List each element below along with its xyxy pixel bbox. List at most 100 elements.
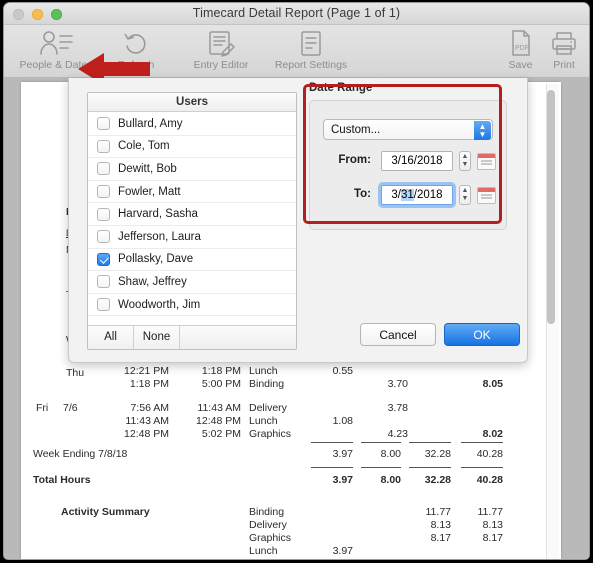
- list-item: Delivery: [249, 519, 287, 531]
- toolbar-button-report-settings[interactable]: Report Settings: [262, 27, 360, 71]
- vertical-scrollbar-thumb[interactable]: [547, 90, 555, 324]
- list-item[interactable]: Harvard, Sasha: [88, 203, 296, 226]
- table-row: Binding: [249, 378, 285, 390]
- table-row: Fri: [36, 402, 49, 414]
- user-name: Dewitt, Bob: [118, 162, 177, 175]
- to-calendar-icon[interactable]: [477, 187, 496, 204]
- chevron-updown-icon: ▲ ▼: [474, 121, 491, 140]
- from-calendar-icon[interactable]: [477, 153, 496, 170]
- toolbar-button-entry-editor[interactable]: Entry Editor: [180, 27, 262, 71]
- title-bar: Timecard Detail Report (Page 1 of 1): [4, 3, 589, 25]
- user-checkbox[interactable]: [97, 185, 110, 199]
- user-checkbox[interactable]: [97, 275, 110, 289]
- table-row: 1:18 PM: [201, 365, 241, 377]
- to-date-value-selected: 31: [401, 189, 414, 201]
- table-row: 3.70: [387, 378, 408, 390]
- users-list[interactable]: Bullard, Amy Cole, Tom Dewitt, Bob Fowle…: [88, 113, 296, 316]
- list-item: 4.22: [409, 558, 451, 559]
- list-item: Printing: [249, 558, 285, 559]
- user-checkbox[interactable]: [97, 252, 110, 266]
- list-item[interactable]: Dewitt, Bob: [88, 158, 296, 181]
- week-ending-value: 32.28: [424, 448, 451, 460]
- user-checkbox[interactable]: [97, 207, 110, 221]
- table-row: 1.08: [332, 415, 353, 427]
- table-rule: [409, 467, 451, 468]
- date-range-preset-select[interactable]: Custom... ▲ ▼: [323, 119, 493, 140]
- toolbar-button-people-dates[interactable]: People & Dates: [10, 27, 102, 71]
- refresh-icon: [102, 27, 170, 60]
- ok-button[interactable]: OK: [444, 323, 520, 346]
- cancel-button[interactable]: Cancel: [360, 323, 436, 346]
- toolbar-button-save[interactable]: PDF Save: [497, 27, 544, 71]
- svg-text:PDF: PDF: [515, 45, 529, 52]
- list-item: Graphics: [249, 532, 292, 544]
- table-rule: [311, 467, 353, 468]
- window-title: Timecard Detail Report (Page 1 of 1): [192, 6, 401, 20]
- from-date-stepper[interactable]: ▲ ▼: [459, 151, 471, 171]
- user-name: Bullard, Amy: [118, 117, 183, 130]
- pdf-save-icon: PDF: [497, 27, 544, 60]
- select-none-button[interactable]: None: [134, 326, 180, 349]
- table-row: Lunch: [249, 365, 278, 377]
- vertical-scrollbar-track[interactable]: [546, 84, 559, 559]
- toolbar-button-refresh[interactable]: Refresh: [102, 27, 170, 71]
- user-checkbox[interactable]: [97, 162, 110, 176]
- from-date-field[interactable]: 3/16/2018: [381, 151, 453, 171]
- table-row: 11:43 AM: [197, 402, 241, 414]
- table-row: 12:48 PM: [124, 428, 169, 440]
- toolbar-label-print: Print: [553, 59, 575, 71]
- table-row: 7:56 AM: [130, 402, 169, 414]
- table-row: 1:18 PM: [129, 378, 169, 390]
- table-row: Delivery: [249, 402, 287, 414]
- users-panel: Users Bullard, Amy Cole, Tom Dewitt, Bob…: [87, 92, 297, 350]
- to-label: To:: [353, 188, 371, 200]
- list-item[interactable]: Shaw, Jeffrey: [88, 271, 296, 294]
- to-date-stepper[interactable]: ▲ ▼: [459, 185, 471, 205]
- table-row: 12:48 PM: [196, 415, 241, 427]
- user-name: Pollasky, Dave: [118, 253, 194, 266]
- list-item[interactable]: Cole, Tom: [88, 136, 296, 159]
- print-icon: [542, 27, 586, 60]
- user-name: Jefferson, Laura: [118, 230, 201, 243]
- report-day-thu: Thu: [66, 367, 85, 379]
- people-and-dates-sheet: Users Bullard, Amy Cole, Tom Dewitt, Bob…: [68, 78, 528, 363]
- list-item: 3.97: [332, 545, 353, 557]
- list-item[interactable]: Pollasky, Dave: [88, 249, 296, 272]
- table-rule: [409, 442, 451, 443]
- list-item: 11.77: [425, 506, 452, 518]
- table-row: Lunch: [249, 415, 278, 427]
- table-row: 12:21 PM: [124, 365, 169, 377]
- list-item[interactable]: Bullard, Amy: [88, 113, 296, 136]
- user-checkbox[interactable]: [97, 117, 110, 131]
- activity-summary-label: Activity Summary: [61, 506, 150, 518]
- list-item: Lunch: [249, 545, 278, 557]
- date-range-preset-value: Custom...: [331, 124, 381, 136]
- week-ending-value: 3.97: [332, 448, 353, 460]
- to-date-value-suffix: /2018: [413, 189, 443, 201]
- from-date-value: 3/16/2018: [391, 155, 443, 167]
- report-settings-icon: [262, 27, 360, 60]
- total-hours-value: 3.97: [332, 474, 353, 486]
- table-row: 0.55: [332, 365, 353, 377]
- user-name: Shaw, Jeffrey: [118, 275, 187, 288]
- table-row: 11:43 AM: [125, 415, 169, 427]
- table-rule: [311, 442, 353, 443]
- toolbar-button-print[interactable]: Print: [542, 27, 586, 71]
- toolbar-label-refresh: Refresh: [117, 59, 155, 71]
- total-hours-label: Total Hours: [33, 474, 91, 486]
- list-item: 8.17: [482, 532, 503, 544]
- user-checkbox[interactable]: [97, 298, 110, 312]
- select-all-button[interactable]: All: [88, 326, 134, 349]
- list-item: 8.13: [430, 519, 451, 531]
- users-list-header: Users: [88, 93, 296, 112]
- table-row: 5:00 PM: [201, 378, 241, 390]
- list-item[interactable]: Jefferson, Laura: [88, 226, 296, 249]
- week-ending-label: Week Ending 7/8/18: [33, 448, 128, 460]
- user-name: Harvard, Sasha: [118, 208, 198, 221]
- list-item[interactable]: Fowler, Matt: [88, 181, 296, 204]
- to-date-field[interactable]: 3/31/2018: [378, 182, 456, 208]
- user-checkbox[interactable]: [97, 230, 110, 244]
- list-item[interactable]: Woodworth, Jim: [88, 294, 296, 316]
- list-item: 11.77: [477, 506, 504, 518]
- user-checkbox[interactable]: [97, 139, 110, 153]
